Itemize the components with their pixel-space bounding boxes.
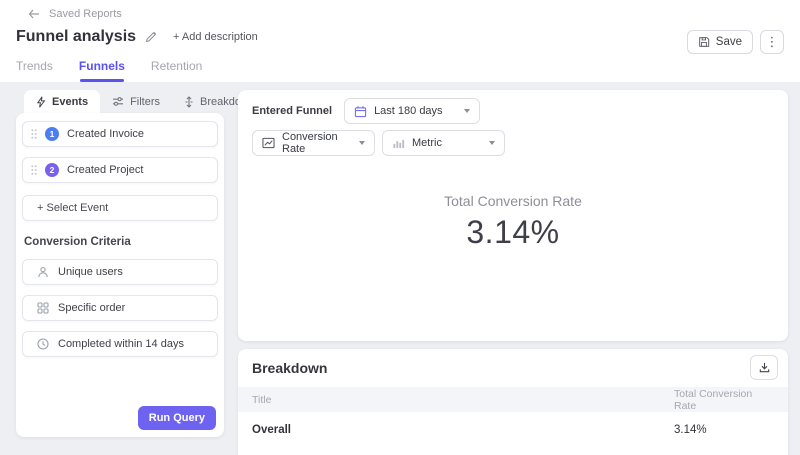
criteria-label: Unique users bbox=[58, 266, 123, 278]
chart-controls: Entered Funnel Last 180 days Conversion … bbox=[238, 90, 788, 156]
query-builder-panel: 1 Created Invoice 2 Created Project + Se… bbox=[16, 113, 224, 437]
breakdown-split-icon bbox=[184, 96, 194, 108]
criteria-order[interactable]: Specific order bbox=[22, 295, 218, 321]
calendar-icon bbox=[354, 105, 367, 118]
query-builder-tabs: Events Filters Breakdown bbox=[24, 90, 267, 113]
breakdown-table-header: Title Total Conversion Rate bbox=[238, 387, 788, 412]
entered-funnel-label: Entered Funnel bbox=[252, 105, 332, 117]
bar-chart-icon bbox=[392, 137, 405, 149]
breakdown-title: Breakdown bbox=[252, 360, 327, 376]
page-title: Funnel analysis bbox=[16, 28, 136, 46]
step-number-badge: 1 bbox=[45, 127, 59, 141]
save-button-label: Save bbox=[716, 36, 742, 48]
conversion-criteria-heading: Conversion Criteria bbox=[24, 236, 216, 248]
step-label: Created Invoice bbox=[67, 128, 144, 140]
query-tab-filters-label: Filters bbox=[130, 96, 160, 108]
row-title-cell: Overall bbox=[252, 424, 674, 436]
back-arrow-icon bbox=[28, 9, 40, 19]
kebab-icon: ⋮ bbox=[766, 34, 779, 50]
header: Saved Reports Funnel analysis + Add desc… bbox=[0, 0, 800, 82]
add-description-button[interactable]: + Add description bbox=[173, 31, 258, 43]
query-tab-events-label: Events bbox=[52, 96, 88, 108]
date-range-dropdown[interactable]: Last 180 days bbox=[344, 98, 480, 124]
select-event-button[interactable]: + Select Event bbox=[22, 195, 218, 221]
back-link[interactable]: Saved Reports bbox=[28, 8, 122, 20]
tab-funnels[interactable]: Funnels bbox=[79, 59, 125, 82]
save-icon bbox=[698, 36, 710, 48]
criteria-label: Completed within 14 days bbox=[58, 338, 184, 350]
lightning-icon bbox=[36, 96, 46, 108]
measurement-dropdown[interactable]: Conversion Rate bbox=[252, 130, 375, 156]
row-value-cell: 3.14% bbox=[674, 424, 774, 436]
edit-title-icon[interactable] bbox=[145, 31, 157, 43]
back-link-label: Saved Reports bbox=[49, 8, 122, 20]
measurement-value: Conversion Rate bbox=[282, 131, 352, 155]
query-tab-events[interactable]: Events bbox=[24, 90, 100, 113]
step-label: Created Project bbox=[67, 164, 143, 176]
query-tab-filters[interactable]: Filters bbox=[100, 90, 172, 113]
drag-handle-icon[interactable] bbox=[31, 165, 37, 175]
report-nav-tabs: Trends Funnels Retention bbox=[16, 59, 202, 82]
funnel-step-2[interactable]: 2 Created Project bbox=[22, 157, 218, 183]
column-header-title: Title bbox=[252, 394, 674, 406]
funnel-step-1[interactable]: 1 Created Invoice bbox=[22, 121, 218, 147]
more-options-button[interactable]: ⋮ bbox=[760, 30, 784, 54]
chevron-down-icon bbox=[464, 109, 470, 113]
table-row: Overall 3.14% bbox=[238, 412, 788, 447]
title-row: Funnel analysis + Add description bbox=[16, 28, 258, 46]
metric-placeholder: Metric bbox=[412, 137, 442, 149]
criteria-label: Specific order bbox=[58, 302, 125, 314]
criteria-counting-method[interactable]: Unique users bbox=[22, 259, 218, 285]
kpi-label: Total Conversion Rate bbox=[238, 193, 788, 209]
tab-trends[interactable]: Trends bbox=[16, 59, 53, 82]
step-number-badge: 2 bbox=[45, 163, 59, 177]
chevron-down-icon bbox=[359, 141, 365, 145]
user-icon bbox=[37, 266, 49, 278]
line-chart-icon bbox=[262, 137, 275, 149]
download-icon bbox=[758, 361, 771, 374]
kpi-value: 3.14% bbox=[238, 214, 788, 251]
save-button[interactable]: Save bbox=[687, 30, 753, 54]
metric-dropdown[interactable]: Metric bbox=[382, 130, 505, 156]
header-actions: Save ⋮ bbox=[687, 30, 784, 54]
breakdown-panel: Breakdown Title Total Conversion Rate Ov… bbox=[238, 349, 788, 455]
date-range-value: Last 180 days bbox=[374, 105, 443, 117]
criteria-conversion-window[interactable]: Completed within 14 days bbox=[22, 331, 218, 357]
tab-retention[interactable]: Retention bbox=[151, 59, 202, 82]
chart-panel: Entered Funnel Last 180 days Conversion … bbox=[238, 90, 788, 341]
grid-icon bbox=[37, 302, 49, 314]
run-query-button[interactable]: Run Query bbox=[138, 406, 216, 430]
column-header-value: Total Conversion Rate bbox=[674, 388, 774, 412]
drag-handle-icon[interactable] bbox=[31, 129, 37, 139]
chevron-down-icon bbox=[489, 141, 495, 145]
kpi-display: Total Conversion Rate 3.14% bbox=[238, 193, 788, 251]
clock-icon bbox=[37, 338, 49, 350]
filters-icon bbox=[112, 96, 124, 107]
download-button[interactable] bbox=[750, 355, 778, 380]
